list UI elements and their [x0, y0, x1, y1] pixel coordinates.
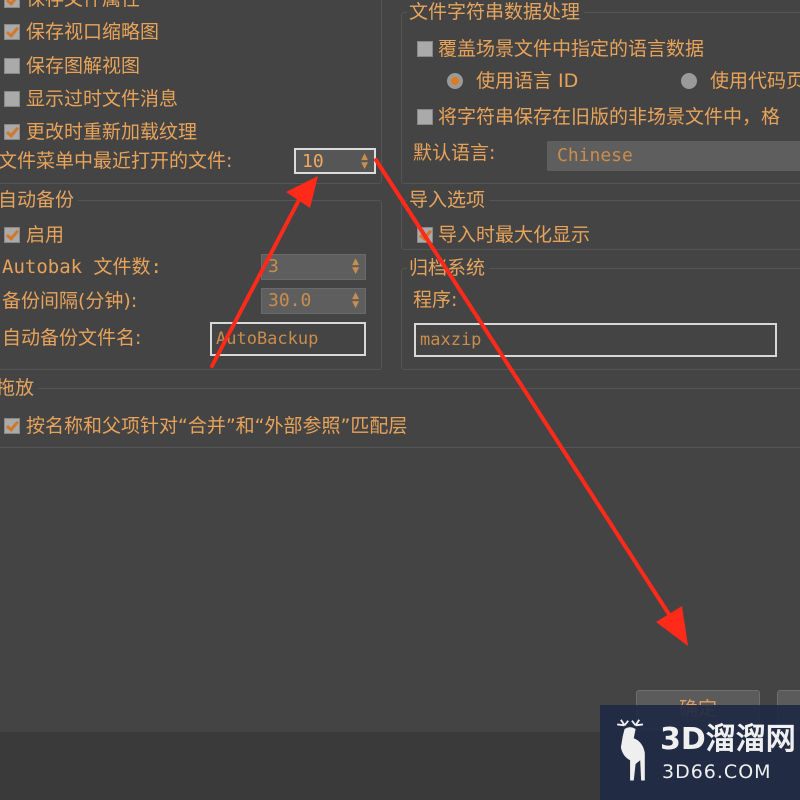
legacy-strings-label: 将字符串保存在旧版的非场景文件中，格: [438, 106, 781, 128]
autobak-count-spinner[interactable]: 3 ▲ ▼: [261, 254, 366, 280]
default-language-value: Chinese: [557, 145, 633, 166]
backup-interval-label: 备份间隔(分钟):: [2, 290, 138, 312]
auto-backup-title: 自动备份: [0, 188, 79, 212]
use-codepage-radio[interactable]: [681, 73, 697, 89]
backup-filename-input[interactable]: AutoBackup: [210, 322, 366, 356]
save-file-properties-checkbox[interactable]: [4, 0, 20, 8]
import-options-title: 导入选项: [407, 188, 490, 212]
reload-textures-checkbox[interactable]: [4, 124, 20, 140]
backup-interval-spinner[interactable]: 30.0 ▲ ▼: [261, 288, 366, 314]
override-language-label: 覆盖场景文件中指定的语言数据: [438, 38, 705, 60]
use-codepage-label: 使用代码页: [710, 70, 800, 92]
match-layers-checkbox[interactable]: [4, 418, 20, 434]
autobak-count-value: 3: [268, 256, 279, 277]
archive-program-value: maxzip: [420, 330, 482, 350]
save-schematic-view-checkbox[interactable]: [4, 58, 20, 74]
watermark-logo: 3D溜溜网 3D66.COM: [600, 705, 800, 800]
maximize-on-import-checkbox[interactable]: [417, 227, 433, 243]
watermark-domain: 3D66.COM: [662, 761, 772, 783]
spinner-arrows-icon[interactable]: ▲ ▼: [352, 258, 359, 276]
override-language-checkbox[interactable]: [417, 41, 433, 57]
backup-filename-label: 自动备份文件名:: [2, 327, 142, 349]
use-language-id-radio[interactable]: [447, 73, 463, 89]
spinner-arrows-icon[interactable]: ▲ ▼: [361, 153, 368, 171]
archive-program-input[interactable]: maxzip: [414, 323, 777, 357]
default-language-label: 默认语言:: [413, 142, 496, 164]
archive-title: 归档系统: [407, 256, 490, 280]
watermark-brand: 3D溜溜网: [660, 722, 796, 757]
recent-files-value: 10: [302, 151, 324, 172]
archive-program-label: 程序:: [413, 289, 458, 311]
show-obsolete-file-msg-label: 显示过时文件消息: [26, 88, 179, 110]
match-layers-label: 按名称和父项针对“合并”和“外部参照”匹配层: [26, 415, 408, 437]
recent-files-spinner[interactable]: 10 ▲ ▼: [294, 148, 376, 174]
arrowhead-down-icon: [656, 606, 688, 646]
auto-backup-enable-checkbox[interactable]: [4, 227, 20, 243]
recent-files-label: 文件菜单中最近打开的文件:: [0, 150, 233, 172]
save-viewport-thumbnail-label: 保存视口缩略图: [26, 21, 160, 43]
autobak-count-label: Autobak 文件数:: [2, 256, 162, 278]
reload-textures-label: 更改时重新加载纹理: [26, 121, 198, 143]
auto-backup-enable-label: 启用: [26, 224, 65, 246]
deer-icon: [617, 719, 645, 781]
save-viewport-thumbnail-checkbox[interactable]: [4, 24, 20, 40]
show-obsolete-file-msg-checkbox[interactable]: [4, 91, 20, 107]
maximize-on-import-label: 导入时最大化显示: [438, 224, 591, 246]
spinner-arrows-icon[interactable]: ▲ ▼: [352, 292, 359, 310]
legacy-strings-checkbox[interactable]: [417, 109, 433, 125]
backup-filename-value: AutoBackup: [216, 329, 319, 349]
default-language-select[interactable]: Chinese: [547, 141, 800, 171]
string-data-title: 文件字符串数据处理: [407, 0, 585, 24]
save-file-properties-label: 保存文件属性: [26, 0, 140, 11]
backup-interval-value: 30.0: [268, 290, 312, 311]
use-language-id-label: 使用语言 ID: [476, 70, 579, 92]
drop-title: 拖放: [0, 376, 39, 400]
save-schematic-view-label: 保存图解视图: [26, 55, 141, 77]
